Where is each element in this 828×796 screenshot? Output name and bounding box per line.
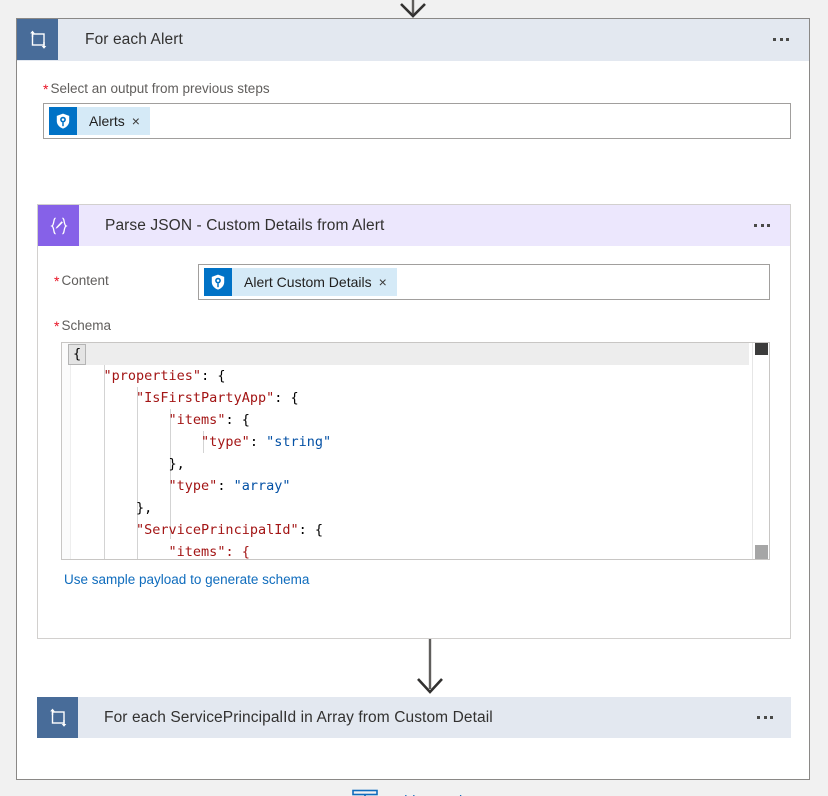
parse-json-menu-button[interactable] — [748, 205, 776, 246]
parse-json-braces-pencil-icon — [38, 205, 79, 246]
code-token: "string" — [266, 434, 332, 450]
code-token: : — [217, 478, 234, 494]
content-input[interactable]: Alert Custom Details × — [198, 264, 770, 300]
code-line: "properties": { — [71, 365, 749, 387]
parse-json-title: Parse JSON - Custom Details from Alert — [105, 216, 385, 234]
code-token: : { — [274, 390, 299, 406]
code-token: }, — [136, 500, 153, 516]
parse-json-content-row: * Content Alert Custom Details × — [38, 246, 790, 300]
code-token: "type" — [201, 434, 250, 450]
code-line: "IsFirstPartyApp": { — [71, 387, 749, 409]
code-token: "items" — [168, 412, 226, 428]
code-token: : { — [225, 412, 250, 428]
code-token: "array" — [233, 478, 291, 494]
foreach-serviceprincipalid-menu-button[interactable] — [751, 697, 779, 738]
code-token: "properties" — [103, 368, 202, 384]
ellipsis-dot — [757, 716, 760, 719]
code-token: : { — [298, 522, 323, 538]
code-token: "type" — [168, 478, 218, 494]
ellipsis-dot — [754, 224, 757, 227]
code-line: "type": "string" — [71, 431, 749, 453]
foreach-serviceprincipalid-title: For each ServicePrincipalId in Array fro… — [104, 708, 493, 726]
ellipsis-dot — [760, 224, 764, 227]
code-token: "items": { — [168, 544, 250, 560]
select-output-label-text: Select an output from previous steps — [50, 81, 270, 96]
sentinel-shield-icon — [49, 107, 77, 135]
incoming-connector-arrow-icon — [400, 0, 426, 18]
parse-json-header[interactable]: Parse JSON - Custom Details from Alert — [38, 205, 790, 246]
logic-app-designer-canvas: For each Alert * Select an output from pr… — [0, 0, 828, 796]
foreach-loop-icon — [17, 19, 58, 60]
foreach-loop-icon — [37, 697, 78, 738]
schema-label-text: Schema — [61, 318, 111, 333]
parse-json-card: Parse JSON - Custom Details from Alert *… — [37, 204, 791, 639]
code-token: "IsFirstPartyApp" — [136, 390, 275, 406]
code-line: "ServicePrincipalId": { — [71, 519, 749, 541]
token-remove-icon[interactable]: × — [130, 114, 150, 128]
ellipsis-dot — [786, 38, 789, 41]
code-line: "items": { — [71, 409, 749, 431]
foreach-alert-card: For each Alert * Select an output from pr… — [16, 18, 810, 796]
insert-action-arrow-icon — [351, 789, 378, 796]
content-label-text: Content — [61, 273, 109, 288]
code-line: { — [68, 343, 749, 365]
code-token: "ServicePrincipalId" — [136, 522, 299, 538]
foreach-alert-body: * Select an output from previous steps Al… — [17, 61, 809, 796]
code-token: : — [249, 434, 267, 450]
flow-connector-arrow-icon — [417, 639, 443, 694]
code-line: }, — [71, 497, 749, 519]
ellipsis-dot — [763, 716, 767, 719]
token-remove-icon[interactable]: × — [377, 275, 397, 289]
vertical-scroll-thumb[interactable] — [755, 343, 768, 355]
select-output-combobox[interactable]: Alerts × — [43, 103, 791, 139]
sentinel-shield-icon — [204, 268, 232, 296]
editor-gutter — [62, 343, 71, 559]
foreach-alert-header[interactable]: For each Alert — [17, 19, 809, 61]
code-token: : { — [201, 368, 226, 384]
ellipsis-dot — [767, 224, 770, 227]
select-output-label: * Select an output from previous steps — [17, 61, 809, 103]
bracket-match-box: { — [68, 344, 87, 365]
code-token: }, — [168, 456, 185, 472]
code-line: "items": { — [71, 541, 749, 560]
schema-label: * Schema — [38, 300, 790, 342]
token-label: Alerts — [89, 113, 125, 129]
schema-code-text[interactable]: { "properties": { "IsFirstPartyApp": { "… — [68, 343, 749, 560]
ellipsis-dot — [779, 38, 783, 41]
editor-vertical-scrollbar[interactable] — [752, 343, 769, 559]
token-label: Alert Custom Details — [244, 274, 372, 290]
code-line: "type": "array" — [71, 475, 749, 497]
token-chip-alerts[interactable]: Alerts × — [49, 107, 150, 135]
content-label: * Content — [38, 264, 198, 289]
foreach-alert-title: For each Alert — [85, 30, 183, 48]
foreach-serviceprincipalid-card[interactable]: For each ServicePrincipalId in Array fro… — [37, 697, 791, 738]
add-an-action-button[interactable]: Add an action — [17, 787, 811, 796]
token-chip-alert-custom-details[interactable]: Alert Custom Details × — [204, 268, 397, 296]
ellipsis-dot — [770, 716, 773, 719]
schema-code-editor[interactable]: { "properties": { "IsFirstPartyApp": { "… — [61, 342, 770, 560]
foreach-alert-menu-button[interactable] — [767, 19, 795, 60]
scroll-corner — [755, 545, 768, 559]
ellipsis-dot — [773, 38, 776, 41]
code-line: }, — [71, 453, 749, 475]
use-sample-payload-link[interactable]: Use sample payload to generate schema — [64, 572, 309, 587]
